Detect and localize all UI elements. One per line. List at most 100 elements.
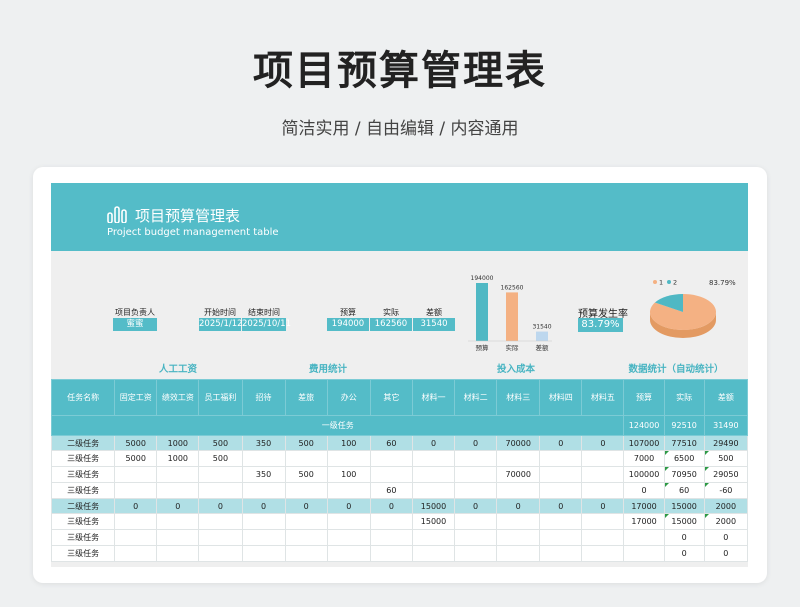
table-cell[interactable]: 三级任务 [51,529,116,546]
table-cell[interactable]: 0 [198,498,243,514]
table-cell[interactable] [623,529,665,546]
level3-task-row[interactable]: 三级任务 5000 1000 500 7000 6500 500 [51,450,748,467]
table-cell[interactable] [496,513,541,530]
table-cell[interactable] [581,513,625,530]
level1-diff-cell[interactable]: 31490 [703,415,748,436]
table-cell[interactable] [454,529,498,546]
table-cell[interactable] [241,529,286,546]
table-cell[interactable] [454,466,498,483]
table-cell[interactable] [284,545,328,562]
level3-task-row[interactable]: 三级任务 0 0 [51,529,748,546]
table-cell[interactable] [454,545,498,562]
table-cell[interactable] [284,529,328,546]
table-cell[interactable] [241,545,286,562]
level1-budget-cell[interactable]: 124000 [623,415,665,436]
column-header[interactable]: 材料四 [539,379,583,416]
column-header[interactable]: 材料一 [411,379,456,416]
table-cell[interactable] [156,545,200,562]
column-header[interactable]: 员工福利 [198,379,243,416]
column-header[interactable]: 其它 [369,379,413,416]
table-cell[interactable]: 350 [241,435,286,451]
table-cell[interactable]: 77510 [663,435,705,451]
table-cell[interactable]: 500 [284,435,328,451]
column-header[interactable]: 实际 [663,379,705,416]
table-cell[interactable] [284,482,328,499]
table-cell[interactable]: 15000 [663,498,705,514]
table-cell[interactable] [156,529,200,546]
column-header[interactable]: 办公 [326,379,371,416]
level2-task-row[interactable]: 二级任务 5000 1000 500 350 500 100 60 0 0 70000 0 0 10700… [51,435,748,451]
table-cell[interactable] [326,545,371,562]
table-cell[interactable]: 0 [411,435,456,451]
table-cell[interactable] [454,482,498,499]
table-cell[interactable]: 2000 [703,498,748,514]
table-cell[interactable]: 三级任务 [51,513,116,530]
table-cell[interactable] [539,529,583,546]
table-cell[interactable] [114,545,158,562]
table-cell[interactable]: 0 [454,435,498,451]
table-cell[interactable] [539,482,583,499]
table-cell[interactable] [326,482,371,499]
table-cell[interactable]: 60 [663,482,705,499]
table-cell[interactable] [496,545,541,562]
table-cell[interactable] [581,466,625,483]
table-cell[interactable] [496,482,541,499]
level2-task-row[interactable]: 二级任务 0 0 0 0 0 0 0 15000 0 0 0 0 17000 15000 2000 [51,498,748,514]
table-cell[interactable] [284,450,328,467]
table-cell[interactable] [496,450,541,467]
table-cell[interactable]: -60 [703,482,748,499]
table-cell[interactable] [411,466,456,483]
level3-task-row[interactable]: 三级任务 350 500 100 70000 100000 70950 29050 [51,466,748,483]
table-cell[interactable]: 三级任务 [51,545,116,562]
table-cell[interactable]: 5000 [114,450,158,467]
budget-value[interactable]: 194000 [327,318,369,331]
column-header[interactable]: 绩效工资 [156,379,200,416]
table-cell[interactable] [454,450,498,467]
table-cell[interactable] [539,545,583,562]
table-cell[interactable]: 500 [198,435,243,451]
end-value[interactable]: 2025/10/11 [242,318,291,331]
table-cell[interactable]: 0 [496,498,541,514]
table-cell[interactable] [114,466,158,483]
level1-task-label[interactable]: 一级任务 [51,415,625,436]
column-header[interactable]: 差旅 [284,379,328,416]
table-cell[interactable]: 2000 [703,513,748,530]
table-cell[interactable]: 60 [369,482,413,499]
table-cell[interactable]: 100 [326,435,371,451]
table-cell[interactable] [284,513,328,530]
table-cell[interactable] [156,513,200,530]
table-cell[interactable]: 0 [581,498,625,514]
table-cell[interactable]: 15000 [411,498,456,514]
column-header[interactable]: 材料三 [496,379,541,416]
table-cell[interactable]: 0 [114,498,158,514]
table-cell[interactable] [156,482,200,499]
table-cell[interactable]: 29490 [703,435,748,451]
table-cell[interactable]: 0 [663,529,705,546]
table-cell[interactable]: 0 [284,498,328,514]
table-cell[interactable]: 1000 [156,435,200,451]
table-cell[interactable]: 0 [241,498,286,514]
table-cell[interactable]: 70000 [496,466,541,483]
level1-task-row[interactable]: 一级任务 124000 92510 31490 [51,415,748,436]
table-cell[interactable] [581,482,625,499]
table-cell[interactable]: 0 [581,435,625,451]
table-cell[interactable] [198,482,243,499]
table-cell[interactable]: 三级任务 [51,466,116,483]
table-cell[interactable]: 0 [454,498,498,514]
table-cell[interactable] [496,529,541,546]
level3-task-row[interactable]: 三级任务 15000 17000 15000 2000 [51,513,748,530]
owner-value[interactable]: 蜜蜜 [113,318,157,331]
start-value[interactable]: 2025/1/12 [199,318,243,331]
diff-value[interactable]: 31540 [413,318,455,331]
level3-task-row[interactable]: 三级任务 0 0 [51,545,748,562]
rate-value[interactable]: 83.79% [578,318,623,332]
table-cell[interactable] [369,545,413,562]
column-header[interactable]: 任务名称 [51,379,116,416]
table-cell[interactable] [539,450,583,467]
table-cell[interactable] [411,482,456,499]
column-header[interactable]: 预算 [623,379,665,416]
table-cell[interactable] [581,545,625,562]
table-cell[interactable] [156,466,200,483]
table-cell[interactable] [198,513,243,530]
actual-value[interactable]: 162560 [370,318,412,331]
